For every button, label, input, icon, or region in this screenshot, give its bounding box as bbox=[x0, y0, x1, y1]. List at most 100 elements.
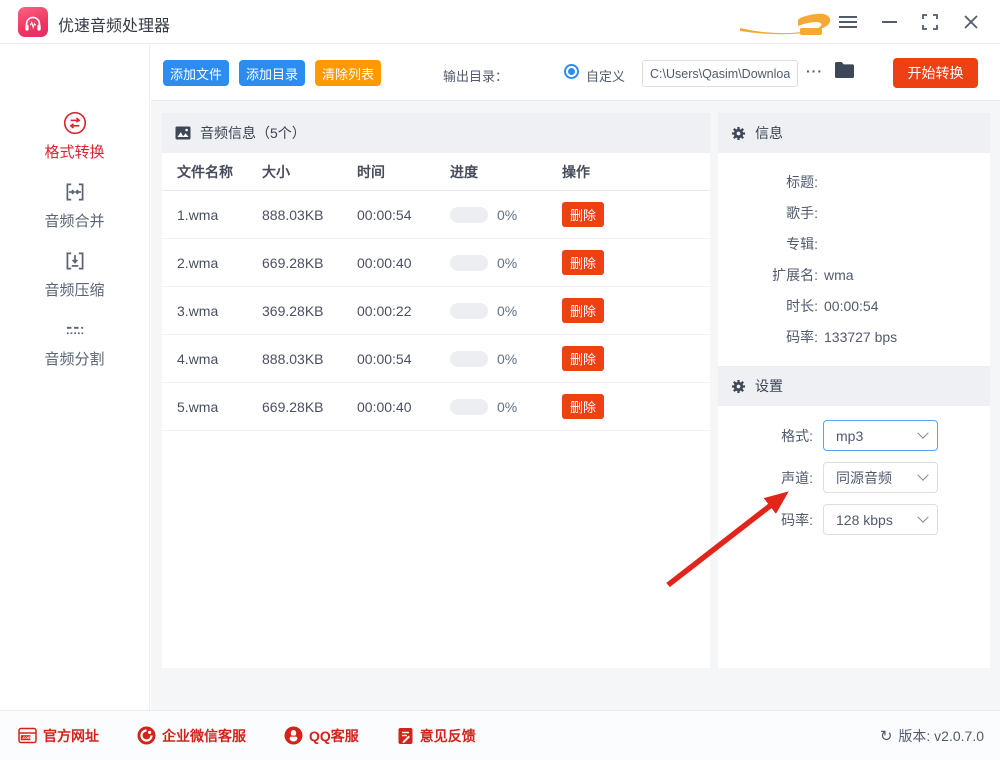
output-path-input[interactable] bbox=[642, 60, 798, 87]
wechat-support-link[interactable]: 企业微信客服 bbox=[137, 726, 246, 746]
info-body: 标题: 歌手: 专辑: 扩展名:wma 时长:00:00:54 码率:13372… bbox=[718, 153, 990, 366]
info-label-title: 标题: bbox=[718, 172, 818, 192]
table-row: 5.wma 669.28KB 00:00:40 0% 删除 bbox=[162, 383, 710, 431]
col-progress: 进度 bbox=[450, 162, 562, 182]
clear-list-button[interactable]: 清除列表 bbox=[315, 60, 381, 86]
format-label: 格式: bbox=[718, 426, 813, 446]
add-file-button[interactable]: 添加文件 bbox=[163, 60, 229, 86]
bitrate-label: 码率: bbox=[718, 510, 813, 530]
info-value-extension: wma bbox=[824, 267, 854, 283]
open-folder-button[interactable] bbox=[834, 61, 855, 79]
delete-button[interactable]: 删除 bbox=[562, 346, 604, 371]
audio-list-title: 音频信息（5个） bbox=[200, 123, 306, 143]
menu-button[interactable] bbox=[837, 11, 859, 33]
file-name: 3.wma bbox=[162, 303, 262, 319]
wechat-icon bbox=[137, 726, 156, 745]
chevron-down-icon bbox=[917, 427, 928, 438]
sidebar-item-label: 格式转换 bbox=[44, 141, 104, 162]
delete-button[interactable]: 删除 bbox=[562, 298, 604, 323]
sidebar-item-audio-merge[interactable]: 音频合并 bbox=[0, 170, 149, 239]
file-size: 888.03KB bbox=[262, 207, 357, 223]
info-panel-header: 信息 bbox=[718, 113, 990, 153]
progress-percent: 0% bbox=[497, 303, 517, 319]
table-header-row: 文件名称 大小 时间 进度 操作 bbox=[162, 153, 710, 191]
sidebar-item-format-convert[interactable]: 格式转换 bbox=[0, 101, 149, 170]
progress-bar bbox=[450, 351, 488, 367]
col-filename: 文件名称 bbox=[162, 162, 262, 182]
folder-icon bbox=[834, 61, 855, 79]
feedback-link[interactable]: 意见反馈 bbox=[397, 726, 476, 746]
info-label-duration: 时长: bbox=[718, 296, 818, 316]
sidebar-item-label: 音频压缩 bbox=[44, 279, 104, 300]
file-size: 669.28KB bbox=[262, 255, 357, 271]
qq-support-link[interactable]: QQ客服 bbox=[284, 726, 359, 746]
add-directory-button[interactable]: 添加目录 bbox=[239, 60, 305, 86]
format-convert-icon bbox=[62, 110, 88, 136]
refresh-icon[interactable]: ↻ bbox=[880, 727, 893, 745]
table-row: 3.wma 369.28KB 00:00:22 0% 删除 bbox=[162, 287, 710, 335]
settings-panel-title: 设置 bbox=[755, 376, 783, 396]
file-size: 669.28KB bbox=[262, 399, 357, 415]
format-select[interactable]: mp3 bbox=[823, 420, 938, 451]
audio-compress-icon bbox=[62, 248, 88, 274]
delete-button[interactable]: 删除 bbox=[562, 250, 604, 275]
maximize-button[interactable] bbox=[919, 11, 941, 33]
headphone-icon bbox=[22, 11, 44, 33]
radio-dot bbox=[568, 68, 575, 75]
minimize-button[interactable] bbox=[878, 11, 900, 33]
gear-icon bbox=[731, 126, 746, 141]
col-size: 大小 bbox=[262, 162, 357, 182]
start-convert-button[interactable]: 开始转换 bbox=[893, 58, 978, 88]
file-name: 4.wma bbox=[162, 351, 262, 367]
footer: .com 官方网址 企业微信客服 QQ客服 意见反馈 ↻ 版本: v2.0.7. bbox=[0, 710, 1000, 760]
output-dir-label: 输出目录： bbox=[443, 66, 508, 85]
footer-link-label: 官方网址 bbox=[43, 726, 99, 746]
settings-panel-header: 设置 bbox=[718, 366, 990, 406]
delete-button[interactable]: 删除 bbox=[562, 394, 604, 419]
progress-bar bbox=[450, 207, 488, 223]
image-icon bbox=[175, 125, 191, 141]
chevron-down-icon bbox=[917, 511, 928, 522]
info-label-album: 专辑: bbox=[718, 234, 818, 254]
version-info: ↻ 版本: v2.0.7.0 bbox=[880, 726, 984, 746]
chevron-down-icon bbox=[917, 469, 928, 480]
progress-percent: 0% bbox=[497, 255, 517, 271]
bitrate-select[interactable]: 128 kbps bbox=[823, 504, 938, 535]
custom-output-radio[interactable] bbox=[564, 64, 579, 79]
minimize-icon bbox=[882, 20, 897, 24]
progress-percent: 0% bbox=[497, 399, 517, 415]
orange-swoosh-decoration bbox=[740, 8, 836, 38]
official-website-link[interactable]: .com 官方网址 bbox=[18, 726, 99, 746]
file-time: 00:00:40 bbox=[357, 399, 450, 415]
table-row: 1.wma 888.03KB 00:00:54 0% 删除 bbox=[162, 191, 710, 239]
file-size: 369.28KB bbox=[262, 303, 357, 319]
feedback-icon bbox=[397, 727, 414, 745]
progress-percent: 0% bbox=[497, 207, 517, 223]
app-title: 优速音频处理器 bbox=[58, 12, 170, 36]
col-action: 操作 bbox=[562, 162, 710, 182]
info-value-bitrate: 133727 bps bbox=[824, 329, 897, 345]
progress-bar bbox=[450, 399, 488, 415]
file-name: 5.wma bbox=[162, 399, 262, 415]
settings-body: 格式: mp3 声道: 同源音频 码率: 128 kbps bbox=[718, 406, 990, 535]
audio-merge-icon bbox=[62, 179, 88, 205]
delete-button[interactable]: 删除 bbox=[562, 202, 604, 227]
info-value-duration: 00:00:54 bbox=[824, 298, 879, 314]
channel-select[interactable]: 同源音频 bbox=[823, 462, 938, 493]
sidebar-item-audio-split[interactable]: 音频分割 bbox=[0, 308, 149, 377]
side-panel: 信息 标题: 歌手: 专辑: 扩展名:wma 时长:00:00:54 码率:13… bbox=[718, 113, 990, 668]
audio-split-icon bbox=[62, 317, 88, 343]
main-content: 添加文件 添加目录 清除列表 输出目录： 自定义 ··· 开始转换 音频信息（5… bbox=[151, 45, 1000, 710]
browse-more-button[interactable]: ··· bbox=[806, 63, 823, 79]
toolbar: 添加文件 添加目录 清除列表 输出目录： 自定义 ··· 开始转换 bbox=[151, 45, 1000, 101]
maximize-icon bbox=[922, 14, 938, 30]
sidebar-item-audio-compress[interactable]: 音频压缩 bbox=[0, 239, 149, 308]
table-row: 4.wma 888.03KB 00:00:54 0% 删除 bbox=[162, 335, 710, 383]
footer-link-label: QQ客服 bbox=[309, 726, 359, 746]
file-size: 888.03KB bbox=[262, 351, 357, 367]
col-time: 时间 bbox=[357, 162, 450, 182]
close-button[interactable] bbox=[960, 11, 982, 33]
progress-bar bbox=[450, 255, 488, 271]
sidebar: 格式转换 音频合并 音频压缩 音频分割 bbox=[0, 45, 150, 710]
hamburger-icon bbox=[838, 15, 858, 29]
